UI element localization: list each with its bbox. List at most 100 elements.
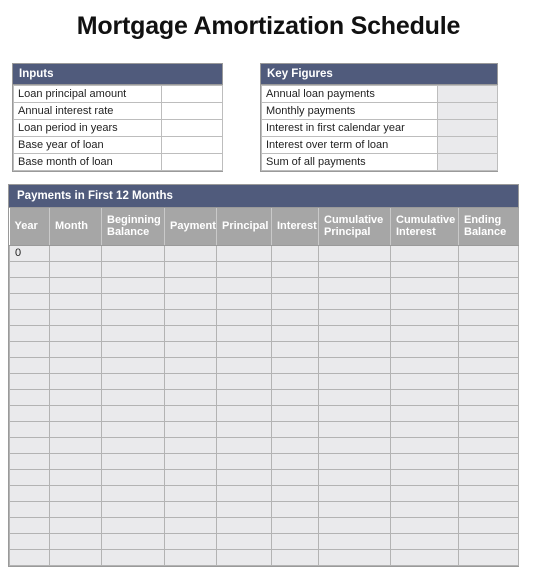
schedule-cell[interactable] <box>9 308 50 326</box>
schedule-cell[interactable] <box>101 548 165 566</box>
schedule-cell[interactable] <box>9 388 50 406</box>
schedule-cell[interactable] <box>458 244 519 262</box>
schedule-cell[interactable] <box>49 244 102 262</box>
schedule-cell[interactable] <box>101 436 165 454</box>
schedule-cell[interactable] <box>101 516 165 534</box>
schedule-cell[interactable] <box>101 420 165 438</box>
schedule-cell[interactable] <box>318 404 391 422</box>
schedule-cell[interactable] <box>9 340 50 358</box>
column-header[interactable]: Payment <box>164 208 217 246</box>
schedule-cell[interactable] <box>164 388 217 406</box>
schedule-cell[interactable] <box>101 324 165 342</box>
schedule-cell[interactable] <box>390 324 459 342</box>
schedule-cell[interactable] <box>390 436 459 454</box>
schedule-cell[interactable] <box>216 372 272 390</box>
schedule-cell[interactable] <box>390 548 459 566</box>
schedule-cell[interactable] <box>318 340 391 358</box>
schedule-cell[interactable] <box>318 484 391 502</box>
schedule-cell[interactable] <box>9 452 50 470</box>
schedule-cell[interactable] <box>9 260 50 278</box>
schedule-cell[interactable] <box>390 484 459 502</box>
schedule-cell[interactable] <box>9 548 50 566</box>
schedule-cell[interactable] <box>9 356 50 374</box>
schedule-cell[interactable] <box>458 500 519 518</box>
schedule-cell[interactable] <box>271 484 319 502</box>
column-header[interactable]: Cumulative Interest <box>390 208 459 246</box>
schedule-cell[interactable] <box>318 244 391 262</box>
schedule-cell[interactable] <box>390 468 459 486</box>
column-header[interactable]: Ending Balance <box>458 208 519 246</box>
schedule-cell[interactable] <box>318 452 391 470</box>
schedule-cell[interactable] <box>164 340 217 358</box>
schedule-cell[interactable] <box>164 548 217 566</box>
schedule-cell[interactable] <box>390 292 459 310</box>
schedule-cell[interactable] <box>216 404 272 422</box>
schedule-cell[interactable] <box>271 356 319 374</box>
schedule-cell[interactable] <box>9 484 50 502</box>
schedule-cell[interactable] <box>458 356 519 374</box>
schedule-cell[interactable] <box>318 276 391 294</box>
schedule-cell[interactable] <box>164 404 217 422</box>
column-header[interactable]: Year <box>9 208 50 246</box>
schedule-cell[interactable] <box>390 388 459 406</box>
schedule-cell[interactable] <box>318 356 391 374</box>
schedule-cell[interactable] <box>49 404 102 422</box>
schedule-cell[interactable] <box>271 292 319 310</box>
schedule-cell[interactable] <box>390 260 459 278</box>
schedule-cell[interactable] <box>271 372 319 390</box>
schedule-cell[interactable] <box>101 500 165 518</box>
schedule-cell[interactable] <box>318 516 391 534</box>
schedule-cell[interactable] <box>164 500 217 518</box>
schedule-cell[interactable] <box>271 452 319 470</box>
schedule-cell[interactable] <box>164 436 217 454</box>
row-value-input[interactable] <box>161 153 223 171</box>
schedule-cell[interactable] <box>164 372 217 390</box>
schedule-cell[interactable] <box>458 308 519 326</box>
schedule-cell[interactable] <box>9 292 50 310</box>
schedule-cell[interactable] <box>216 276 272 294</box>
schedule-cell[interactable] <box>164 292 217 310</box>
schedule-cell[interactable] <box>9 420 50 438</box>
column-header[interactable]: Interest <box>271 208 319 246</box>
schedule-cell[interactable] <box>390 420 459 438</box>
row-value-input[interactable] <box>161 119 223 137</box>
schedule-cell[interactable] <box>216 292 272 310</box>
row-value-input[interactable] <box>161 85 223 103</box>
column-header[interactable]: Principal <box>216 208 272 246</box>
schedule-cell[interactable] <box>9 500 50 518</box>
schedule-cell[interactable] <box>216 308 272 326</box>
schedule-cell[interactable] <box>9 468 50 486</box>
schedule-cell[interactable] <box>49 500 102 518</box>
schedule-cell[interactable] <box>271 340 319 358</box>
column-header[interactable]: Month <box>49 208 102 246</box>
schedule-cell[interactable] <box>318 548 391 566</box>
schedule-cell[interactable] <box>101 244 165 262</box>
schedule-cell[interactable] <box>101 276 165 294</box>
schedule-cell[interactable] <box>271 324 319 342</box>
schedule-cell[interactable] <box>390 532 459 550</box>
schedule-cell[interactable] <box>318 420 391 438</box>
schedule-cell[interactable] <box>271 244 319 262</box>
schedule-cell[interactable] <box>318 388 391 406</box>
schedule-cell[interactable] <box>101 340 165 358</box>
schedule-cell[interactable] <box>271 500 319 518</box>
schedule-cell[interactable] <box>271 276 319 294</box>
schedule-cell[interactable] <box>458 404 519 422</box>
schedule-cell[interactable] <box>458 276 519 294</box>
schedule-cell[interactable] <box>318 292 391 310</box>
schedule-cell[interactable] <box>216 516 272 534</box>
schedule-cell[interactable] <box>164 516 217 534</box>
schedule-cell[interactable] <box>458 388 519 406</box>
schedule-cell[interactable]: 0 <box>9 244 50 262</box>
schedule-cell[interactable] <box>271 308 319 326</box>
schedule-cell[interactable] <box>271 436 319 454</box>
schedule-cell[interactable] <box>49 324 102 342</box>
schedule-cell[interactable] <box>458 324 519 342</box>
schedule-cell[interactable] <box>49 292 102 310</box>
schedule-cell[interactable] <box>458 420 519 438</box>
schedule-cell[interactable] <box>164 468 217 486</box>
schedule-cell[interactable] <box>101 468 165 486</box>
schedule-cell[interactable] <box>271 548 319 566</box>
schedule-cell[interactable] <box>49 420 102 438</box>
schedule-cell[interactable] <box>318 532 391 550</box>
